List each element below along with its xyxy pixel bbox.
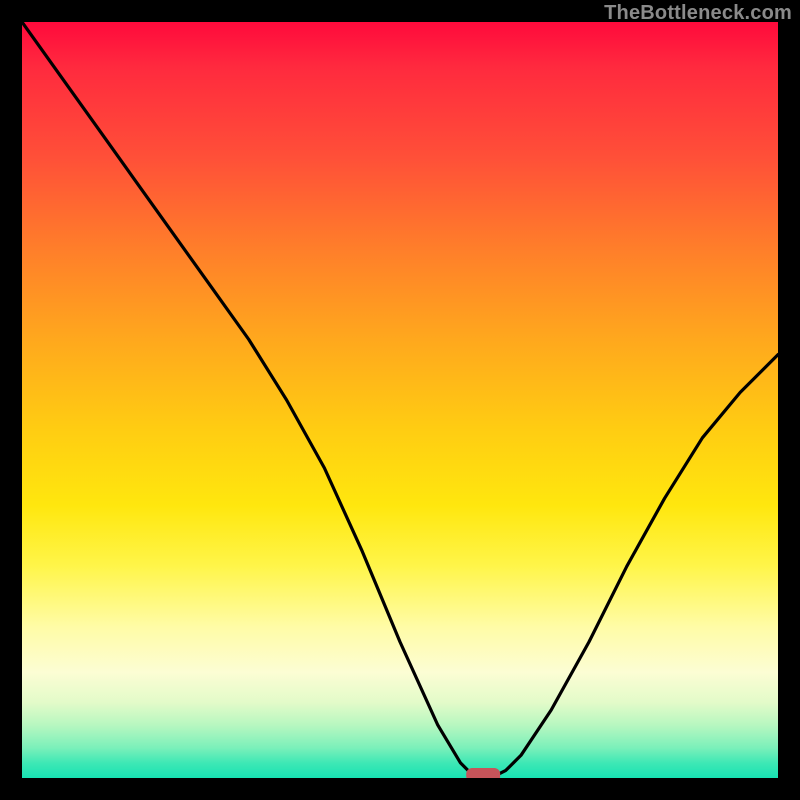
bottleneck-curve: [22, 22, 778, 778]
watermark-text: TheBottleneck.com: [604, 2, 792, 25]
plot-area: [22, 22, 778, 778]
chart-frame: TheBottleneck.com: [0, 0, 800, 800]
optimal-marker: [466, 768, 500, 778]
chart-svg: [22, 22, 778, 778]
